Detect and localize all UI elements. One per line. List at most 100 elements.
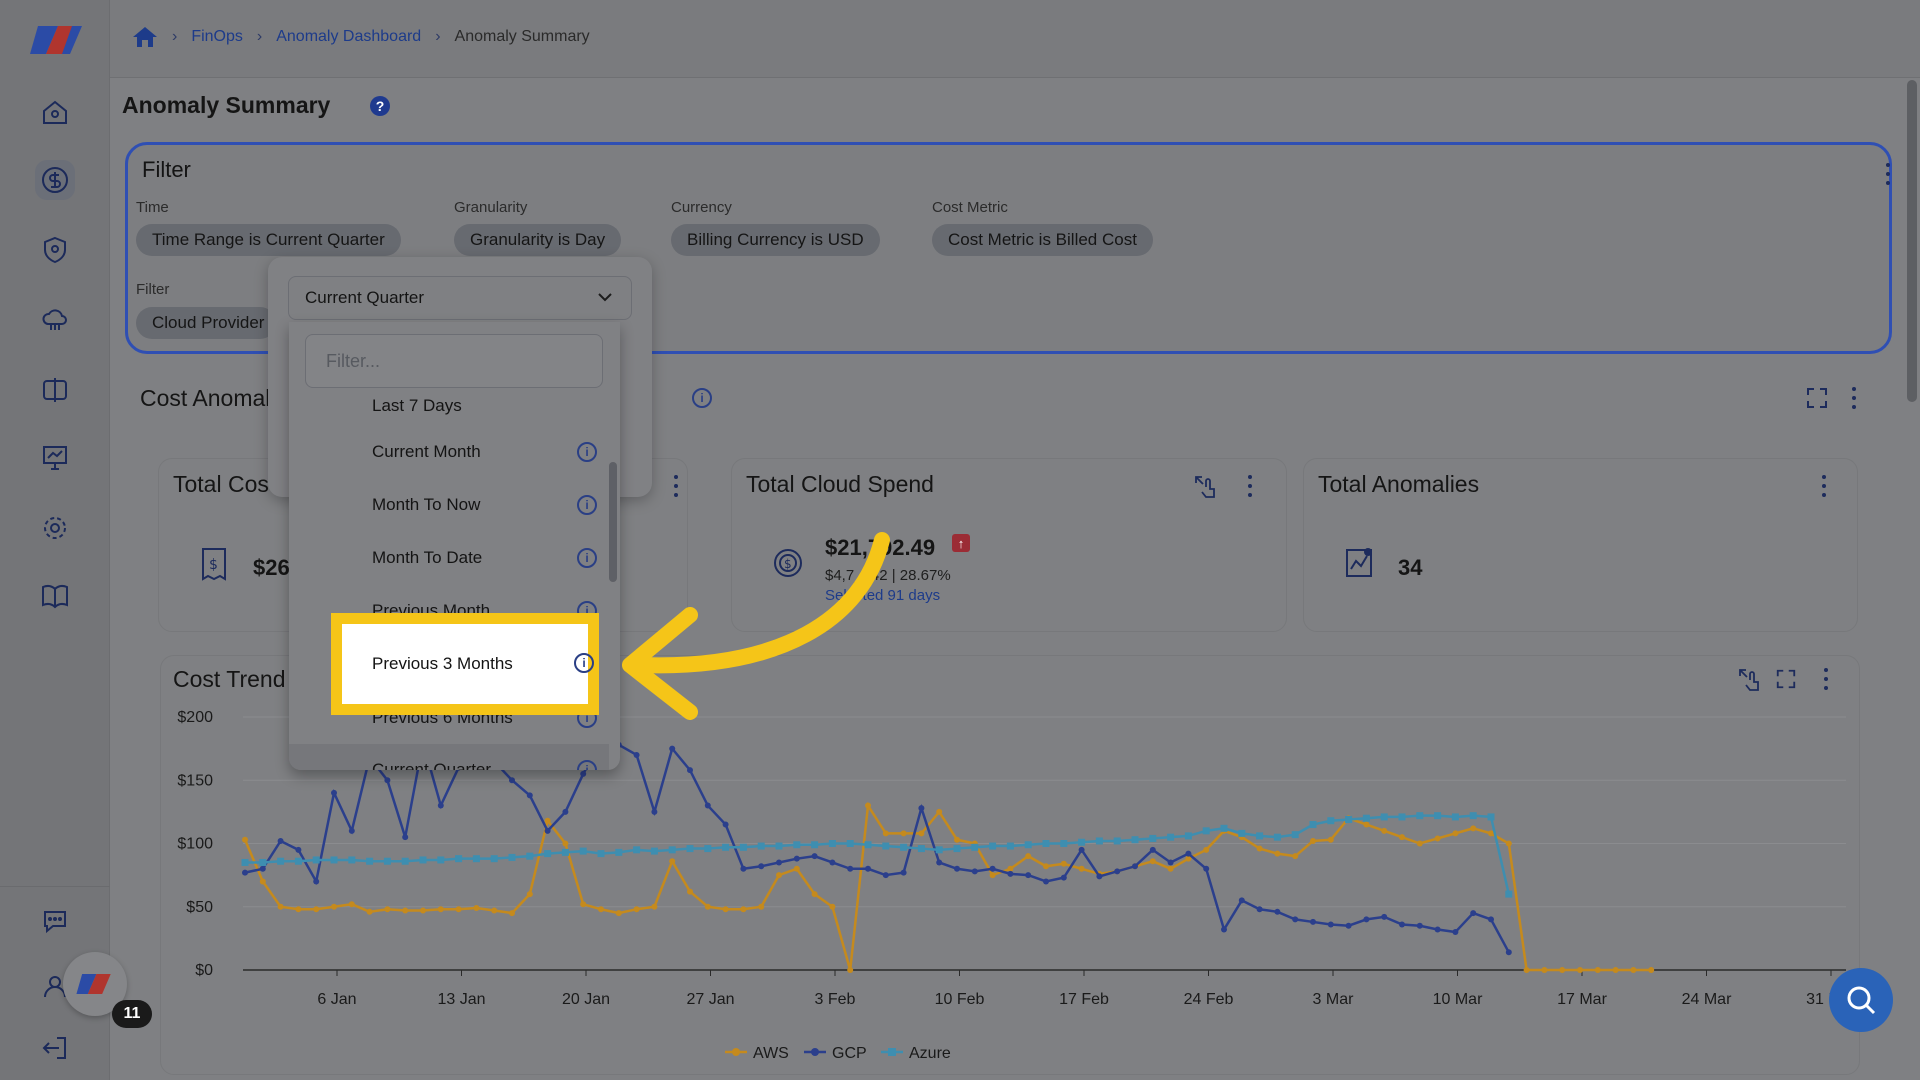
data-point-aws xyxy=(1434,835,1441,842)
cloud-provider-chip[interactable]: Cloud Provider xyxy=(136,307,276,339)
shield-icon[interactable] xyxy=(35,230,75,270)
data-point-gcp xyxy=(384,777,391,784)
data-point-aws xyxy=(633,906,640,913)
data-point-aws xyxy=(402,907,409,914)
y-tick-label: $200 xyxy=(177,709,213,726)
time-range-chip[interactable]: Time Range is Current Quarter xyxy=(136,224,401,256)
menu-filter-input[interactable]: Filter... xyxy=(305,334,603,388)
gear-icon[interactable] xyxy=(35,508,75,548)
y-tick-label: $100 xyxy=(177,836,213,853)
logout-icon[interactable] xyxy=(35,1028,75,1068)
data-point-azure xyxy=(722,843,730,851)
data-point-gcp xyxy=(1434,926,1441,933)
help-icon[interactable]: ? xyxy=(370,96,390,116)
home-icon[interactable] xyxy=(35,92,75,132)
data-point-aws xyxy=(989,872,996,879)
breadcrumb-finops[interactable]: FinOps xyxy=(191,28,243,46)
data-point-aws xyxy=(473,905,480,912)
data-point-gcp xyxy=(1060,874,1067,881)
menu-item-current-quarter[interactable]: Current Quarter i xyxy=(289,744,609,770)
x-tick-label: 24 Mar xyxy=(1682,991,1732,1008)
data-point-azure xyxy=(811,841,819,849)
info-icon[interactable]: i xyxy=(577,495,597,515)
data-point-azure xyxy=(1451,813,1459,821)
dollar-icon[interactable] xyxy=(35,160,75,200)
data-point-aws xyxy=(1327,836,1334,843)
x-tick-label: 10 Mar xyxy=(1433,991,1483,1008)
search-chat-button[interactable] xyxy=(1829,968,1893,1032)
granularity-chip[interactable]: Granularity is Day xyxy=(454,224,622,256)
data-point-aws xyxy=(865,802,871,809)
info-icon[interactable]: i xyxy=(574,653,594,673)
data-point-aws xyxy=(1310,837,1316,844)
data-point-azure xyxy=(1362,814,1370,822)
cost-metric-chip[interactable]: Cost Metric is Billed Cost xyxy=(932,224,1153,256)
breadcrumb-anomaly-dashboard[interactable]: Anomaly Dashboard xyxy=(276,28,421,46)
menu-item-month-to-date[interactable]: Month To Date i xyxy=(289,532,609,585)
data-point-aws xyxy=(722,906,729,913)
time-range-select[interactable]: Current Quarter xyxy=(288,276,632,320)
data-point-aws xyxy=(1612,967,1619,973)
app-logo[interactable] xyxy=(28,22,84,58)
split-view-icon[interactable] xyxy=(35,370,75,410)
currency-label: Currency xyxy=(671,199,732,216)
section-more-icon[interactable] xyxy=(1851,387,1857,409)
home-breadcrumb-icon[interactable] xyxy=(132,26,158,48)
data-point-gcp xyxy=(526,792,533,799)
info-icon[interactable]: i xyxy=(577,760,597,770)
data-point-aws xyxy=(651,903,658,910)
menu-item-month-to-now[interactable]: Month To Now i xyxy=(289,479,609,532)
svg-text:$: $ xyxy=(209,557,218,573)
data-point-gcp xyxy=(1025,872,1032,879)
chat-support-icon[interactable] xyxy=(35,900,75,940)
total-cloud-spend-title: Total Cloud Spend xyxy=(746,471,934,497)
data-point-aws xyxy=(1274,850,1281,857)
data-point-azure xyxy=(419,856,427,864)
data-point-gcp xyxy=(1505,949,1512,956)
expand-icon[interactable] xyxy=(1805,386,1829,410)
data-point-aws xyxy=(669,858,676,865)
data-point-gcp xyxy=(1167,859,1174,866)
data-point-gcp xyxy=(793,855,800,862)
data-point-aws xyxy=(1416,840,1423,847)
data-point-azure xyxy=(828,840,836,847)
total-anomalies-title: Total Anomalies xyxy=(1318,471,1480,497)
data-point-aws xyxy=(847,967,854,973)
total-cost-more-icon[interactable] xyxy=(673,475,679,497)
data-point-gcp xyxy=(259,865,266,872)
data-point-gcp xyxy=(580,770,587,777)
series-line-gcp xyxy=(244,740,1510,953)
data-point-gcp xyxy=(1399,921,1405,928)
total-anomalies-more-icon[interactable] xyxy=(1821,475,1827,497)
cloud-network-icon[interactable] xyxy=(35,300,75,340)
data-point-gcp xyxy=(900,869,907,876)
data-point-azure xyxy=(1416,812,1424,820)
top-bar: › FinOps › Anomaly Dashboard › Anomaly S… xyxy=(110,0,1920,78)
total-cloud-spend-more-icon[interactable] xyxy=(1247,475,1253,497)
section-info-icon[interactable]: i xyxy=(692,388,712,408)
data-point-gcp xyxy=(1310,918,1316,925)
info-icon[interactable]: i xyxy=(577,442,597,462)
menu-item-last-7-days[interactable]: Last 7 Days xyxy=(289,392,609,422)
data-point-aws xyxy=(491,907,498,914)
data-point-aws xyxy=(1505,840,1512,847)
data-point-gcp xyxy=(776,859,782,866)
book-icon[interactable] xyxy=(35,576,75,616)
data-point-azure xyxy=(1202,827,1210,835)
presentation-icon[interactable] xyxy=(35,438,75,478)
menu-item-previous-3-months[interactable]: Previous 3 Months i xyxy=(331,613,599,715)
data-point-gcp xyxy=(437,802,444,809)
drill-down-icon[interactable] xyxy=(1192,473,1218,499)
data-point-azure xyxy=(686,845,694,853)
data-point-aws xyxy=(758,903,765,910)
filter-more-icon[interactable] xyxy=(1885,163,1891,185)
data-point-gcp xyxy=(313,878,320,885)
page-scrollbar[interactable] xyxy=(1907,80,1917,402)
menu-item-current-month[interactable]: Current Month i xyxy=(289,426,609,479)
currency-chip[interactable]: Billing Currency is USD xyxy=(671,224,880,256)
info-icon[interactable]: i xyxy=(577,548,597,568)
data-point-gcp xyxy=(295,846,302,853)
section-title: Cost Anomaly xyxy=(140,385,282,411)
data-point-gcp xyxy=(1114,868,1121,875)
data-point-azure xyxy=(846,840,854,847)
